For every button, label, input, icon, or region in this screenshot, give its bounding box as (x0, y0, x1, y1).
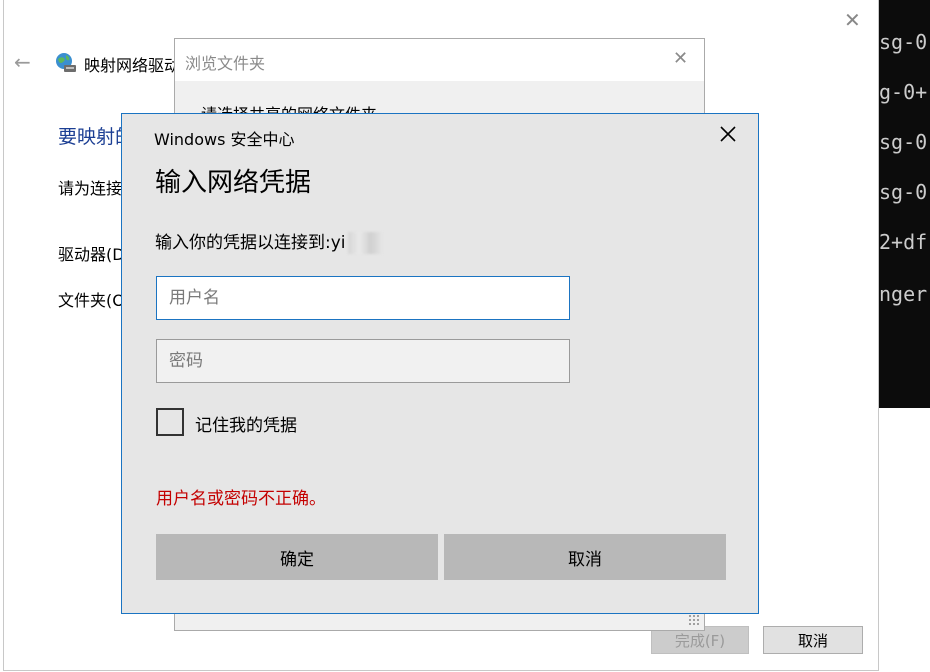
password-input[interactable] (156, 339, 570, 383)
error-message: 用户名或密码不正确。 (156, 489, 326, 509)
browse-title: 浏览文件夹 (185, 54, 266, 73)
terminal-line: 2+df (879, 230, 928, 254)
credential-description: 输入你的凭据以连接到:yi (155, 228, 382, 254)
wizard-close-icon[interactable]: ✕ (844, 10, 861, 30)
credential-dialog: Windows 安全中心 输入网络凭据 输入你的凭据以连接到:yi 记住我的凭据… (121, 113, 759, 614)
browse-titlebar: 浏览文件夹 ✕ (175, 39, 704, 81)
credential-target: yi (330, 233, 346, 253)
back-arrow-icon[interactable]: ← (14, 52, 31, 72)
credential-close-icon[interactable] (716, 122, 740, 146)
username-input[interactable] (156, 276, 570, 320)
redacted-target (347, 232, 382, 254)
wizard-title: 映射网络驱动 (84, 56, 181, 75)
terminal-line: nger (879, 282, 928, 306)
terminal-line: sg-0 (879, 130, 928, 154)
wizard-cancel-button[interactable]: 取消 (763, 626, 863, 654)
terminal-line: sg-0 (879, 180, 928, 204)
credential-window-title: Windows 安全中心 (154, 130, 295, 149)
terminal-line: g-0+ (879, 80, 928, 104)
ok-button[interactable]: 确定 (156, 534, 438, 580)
wizard-instruction: 请为连接 (58, 179, 123, 198)
remember-credentials-checkbox[interactable] (156, 408, 184, 436)
folder-label: 文件夹(O (58, 291, 125, 310)
credential-description-text: 输入你的凭据以连接到: (155, 233, 331, 253)
browse-close-icon[interactable]: ✕ (673, 49, 688, 69)
network-drive-icon (56, 53, 76, 72)
drive-label: 驱动器(D (58, 245, 125, 264)
terminal-window: sg-0 g-0+ sg-0 sg-0 2+df nger (877, 0, 930, 408)
remember-credentials-label[interactable]: 记住我的凭据 (195, 411, 297, 436)
resize-grip-icon[interactable] (688, 614, 700, 626)
credential-cancel-button[interactable]: 取消 (444, 534, 726, 580)
credential-heading: 输入网络凭据 (155, 168, 312, 198)
terminal-line: sg-0 (879, 30, 928, 54)
